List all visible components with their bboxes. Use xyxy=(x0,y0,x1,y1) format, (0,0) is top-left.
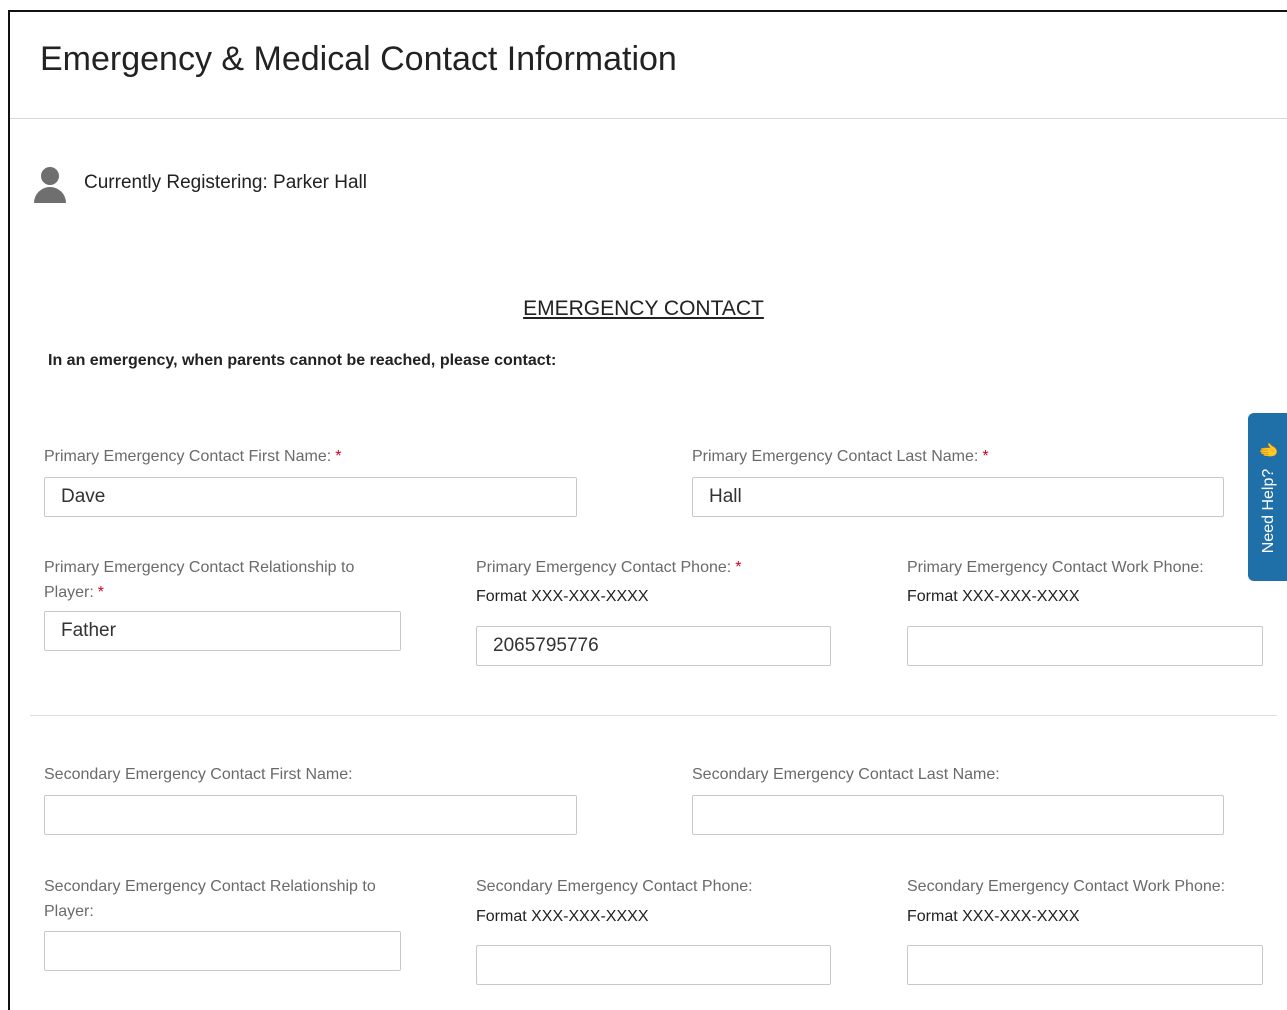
section-divider xyxy=(30,715,1277,716)
secondary-first-name-label: Secondary Emergency Contact First Name: xyxy=(44,762,564,787)
primary-relationship-input[interactable] xyxy=(44,611,401,651)
secondary-relationship-label-text: Secondary Emergency Contact Relationship… xyxy=(44,878,376,920)
primary-work-phone-label-text: Primary Emergency Contact Work Phone: xyxy=(907,559,1204,576)
secondary-phone-label-text: Secondary Emergency Contact Phone: xyxy=(476,878,753,895)
primary-relationship-label: Primary Emergency Contact Relationship t… xyxy=(44,555,404,605)
primary-last-name-label: Primary Emergency Contact Last Name: * xyxy=(692,444,1212,469)
primary-relationship-label-text: Primary Emergency Contact Relationship t… xyxy=(44,559,355,601)
required-marker: * xyxy=(97,584,105,601)
secondary-relationship-label: Secondary Emergency Contact Relationship… xyxy=(44,874,399,924)
need-help-label: Need Help? xyxy=(1260,468,1278,554)
avatar-icon xyxy=(30,163,70,203)
required-marker: * xyxy=(982,448,989,465)
secondary-last-name-label: Secondary Emergency Contact Last Name: xyxy=(692,762,1212,787)
secondary-phone-label: Secondary Emergency Contact Phone: xyxy=(476,874,856,899)
secondary-last-name-label-text: Secondary Emergency Contact Last Name: xyxy=(692,766,1000,783)
primary-first-name-input[interactable] xyxy=(44,477,577,517)
currently-registering-text: Currently Registering: Parker Hall xyxy=(84,172,367,193)
secondary-work-phone-label-text: Secondary Emergency Contact Work Phone: xyxy=(907,878,1226,895)
primary-last-name-input[interactable] xyxy=(692,477,1224,517)
secondary-work-phone-label: Secondary Emergency Contact Work Phone: xyxy=(907,874,1257,899)
primary-first-name-label-text: Primary Emergency Contact First Name: xyxy=(44,448,332,465)
emergency-instruction: In an emergency, when parents cannot be … xyxy=(48,352,557,369)
page-title: Emergency & Medical Contact Information xyxy=(40,40,677,78)
emergency-contact-heading: EMERGENCY CONTACT xyxy=(523,297,764,320)
primary-phone-format-hint: Format XXX-XXX-XXXX xyxy=(476,588,649,605)
waving-hand-icon: ✋ xyxy=(1261,440,1279,461)
required-marker: * xyxy=(335,448,342,465)
title-divider xyxy=(10,118,1287,119)
primary-last-name-label-text: Primary Emergency Contact Last Name: xyxy=(692,448,979,465)
primary-phone-label: Primary Emergency Contact Phone: * xyxy=(476,555,856,580)
primary-work-phone-input[interactable] xyxy=(907,626,1263,666)
secondary-first-name-label-text: Secondary Emergency Contact First Name: xyxy=(44,766,353,783)
primary-first-name-label: Primary Emergency Contact First Name: * xyxy=(44,444,564,469)
secondary-first-name-input[interactable] xyxy=(44,795,577,835)
primary-phone-label-text: Primary Emergency Contact Phone: xyxy=(476,559,732,576)
secondary-last-name-input[interactable] xyxy=(692,795,1224,835)
required-marker: * xyxy=(735,559,742,576)
need-help-tab[interactable]: Need Help? ✋ xyxy=(1248,413,1287,581)
primary-work-phone-label: Primary Emergency Contact Work Phone: xyxy=(907,555,1247,580)
primary-work-phone-format-hint: Format XXX-XXX-XXXX xyxy=(907,588,1080,605)
secondary-phone-input[interactable] xyxy=(476,945,831,985)
secondary-phone-format-hint: Format XXX-XXX-XXXX xyxy=(476,908,649,925)
secondary-work-phone-format-hint: Format XXX-XXX-XXXX xyxy=(907,908,1080,925)
secondary-work-phone-input[interactable] xyxy=(907,945,1263,985)
primary-phone-input[interactable] xyxy=(476,626,831,666)
secondary-relationship-input[interactable] xyxy=(44,931,401,971)
currently-registering: Currently Registering: Parker Hall xyxy=(30,163,367,203)
